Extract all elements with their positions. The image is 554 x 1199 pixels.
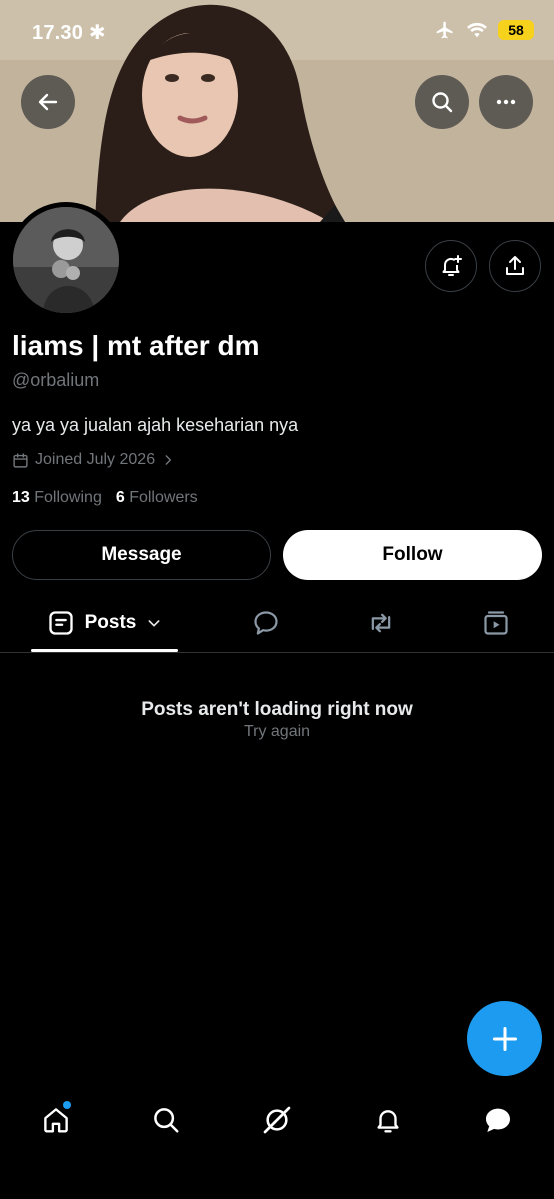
back-arrow-icon — [38, 93, 58, 111]
compose-post-button[interactable] — [467, 1001, 542, 1076]
nav-grok[interactable] — [247, 1090, 307, 1150]
following-count: 13 — [12, 489, 30, 506]
following-label: Following — [34, 489, 102, 506]
more-dots-icon — [496, 99, 516, 105]
followers-label: Followers — [129, 489, 198, 506]
followers-count: 6 — [115, 489, 125, 506]
share-button[interactable] — [489, 240, 541, 292]
notify-subscribe-button[interactable] — [425, 240, 477, 292]
joined-date[interactable]: Joined July 2026 — [12, 451, 175, 469]
search-icon — [154, 1108, 179, 1133]
wifi-icon — [467, 22, 487, 38]
grok-icon — [263, 1106, 291, 1134]
posts-icon — [48, 611, 73, 635]
search-button[interactable] — [415, 75, 469, 129]
tabs-divider — [0, 652, 554, 653]
nav-notifications[interactable] — [358, 1090, 418, 1150]
nav-home[interactable] — [26, 1090, 86, 1150]
battery-level: 58 — [508, 22, 524, 38]
bottom-navigation — [0, 1090, 554, 1154]
profile-tabs: Posts — [0, 596, 554, 652]
follow-stats: 13 Following 6 Followers — [12, 489, 198, 507]
nav-messages[interactable] — [468, 1090, 528, 1150]
tab-reposts[interactable] — [351, 596, 411, 650]
message-button[interactable]: Message — [12, 530, 271, 580]
chevron-down-icon — [148, 620, 160, 627]
share-icon — [506, 256, 524, 275]
message-button-label: Message — [101, 544, 182, 565]
repost-icon — [371, 613, 391, 633]
status-time-text: 17.30 — [32, 22, 84, 44]
messages-icon — [486, 1108, 510, 1132]
back-button[interactable] — [21, 75, 75, 129]
follow-button[interactable]: Follow — [283, 530, 542, 580]
nav-search[interactable] — [136, 1090, 196, 1150]
profile-bio: ya ya ya jualan ajah keseharian nya — [12, 415, 299, 435]
bell-plus-icon — [442, 255, 462, 276]
status-time: 17.30 ✱ — [32, 20, 106, 45]
tab-posts[interactable]: Posts — [31, 596, 178, 650]
profile-handle: @orbalium — [12, 370, 100, 390]
tab-posts-label: Posts — [84, 612, 137, 633]
following-link[interactable]: 13 Following — [12, 489, 102, 507]
asterisk-icon: ✱ — [88, 22, 106, 44]
try-again-link[interactable]: Try again — [0, 723, 554, 741]
chevron-right-icon — [165, 455, 172, 465]
avatar-photo — [13, 207, 119, 313]
avatar-image — [13, 207, 119, 313]
followers-link[interactable]: 6 Followers — [116, 489, 198, 507]
plus-icon — [492, 1026, 517, 1051]
calendar-icon — [13, 452, 28, 468]
follow-button-label: Follow — [382, 544, 443, 565]
status-indicators: 58 — [434, 20, 534, 40]
empty-state-title: Posts aren't loading right now — [141, 699, 413, 720]
home-icon — [44, 1108, 68, 1133]
home-unread-dot — [63, 1101, 71, 1109]
tab-media[interactable] — [466, 596, 526, 650]
reply-bubble-icon — [254, 611, 278, 635]
more-options-button[interactable] — [479, 75, 533, 129]
notifications-icon — [377, 1110, 399, 1133]
search-icon — [432, 92, 453, 113]
media-icon — [484, 611, 508, 635]
tab-replies[interactable] — [236, 596, 296, 650]
airplane-icon — [436, 21, 453, 39]
display-name: liams | mt after dm — [12, 330, 260, 361]
profile-avatar[interactable] — [8, 202, 124, 318]
joined-date-text: Joined July 2026 — [35, 451, 156, 468]
battery-indicator: 58 — [498, 20, 534, 40]
